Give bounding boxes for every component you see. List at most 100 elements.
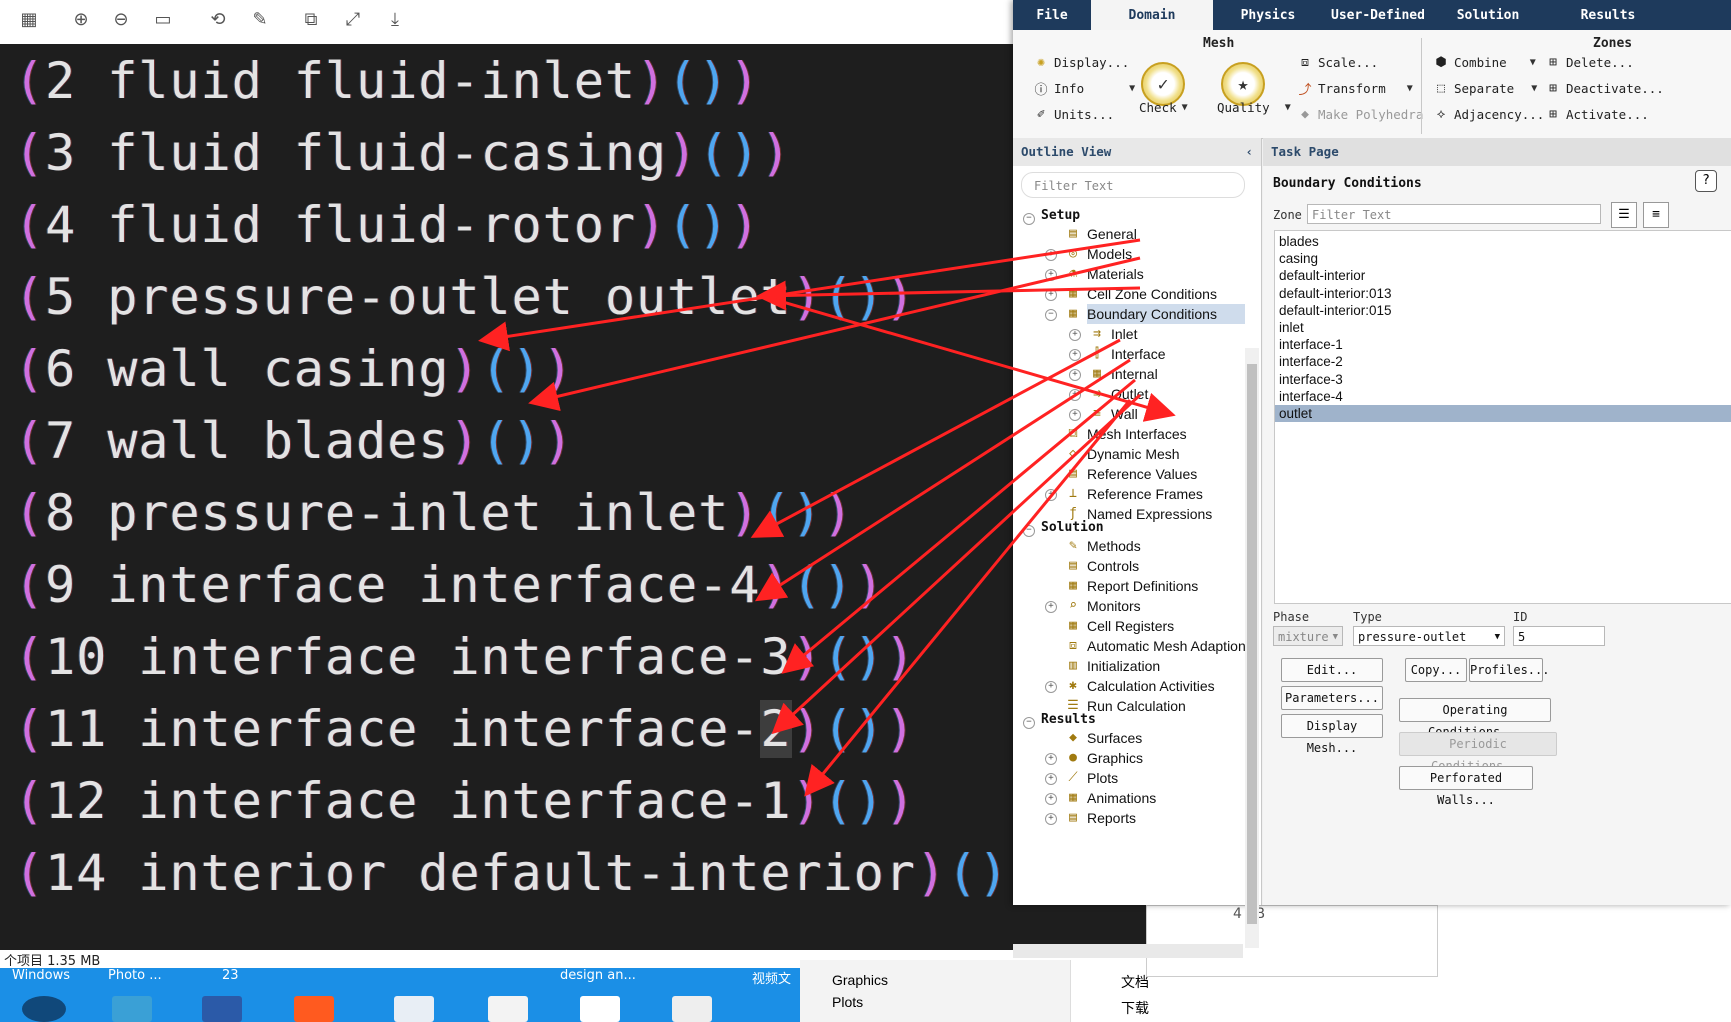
expand-icon[interactable]: + [1045,269,1057,281]
display-button[interactable]: ✺ Display... [1033,54,1129,70]
fullscreen-icon[interactable]: ⤢ [340,6,366,32]
perforated-walls-button[interactable]: Perforated Walls... [1399,766,1533,807]
tree-item-monitors[interactable]: Monitors [1087,596,1141,616]
tree-section-results[interactable]: Results [1041,712,1096,727]
edit-button[interactable]: Edit... [1281,658,1383,682]
zone-list-item[interactable]: default-interior:015 [1275,302,1731,319]
collapse-icon[interactable]: ‹ [1245,138,1253,166]
rotate-icon[interactable]: ⟲ [205,6,231,32]
expand-icon[interactable]: + [1045,753,1057,765]
taskbar-app-icon[interactable] [294,996,334,1022]
fit-icon[interactable]: ▭ [150,6,176,32]
taskbar-app-icon[interactable] [394,996,434,1022]
make-polyhedra-button[interactable]: ◆ Make Polyhedra [1297,106,1423,122]
activate-button[interactable]: ⊞ Activate... [1545,106,1649,122]
expand-icon[interactable]: + [1045,601,1057,613]
tab-physics[interactable]: Physics [1213,0,1323,30]
collapse-icon[interactable]: − [1045,309,1057,321]
taskbar-app-icon[interactable] [488,996,528,1022]
tree-item-models[interactable]: Models [1087,244,1132,264]
outline-scroll-thumb[interactable] [1247,364,1257,924]
info-button[interactable]: ⓘ Info ▼ [1033,80,1135,98]
tree-item-boundary-conditions[interactable]: Boundary Conditions [1087,304,1245,324]
taskbar-app-icon[interactable] [112,996,152,1022]
tree-item-materials[interactable]: Materials [1087,264,1144,284]
collapse-icon[interactable]: − [1023,717,1035,729]
operating-conditions-button[interactable]: Operating Conditions... [1399,698,1551,739]
deactivate-button[interactable]: ⊞ Deactivate... [1545,80,1664,96]
periodic-conditions-button[interactable]: Periodic Conditions... [1399,732,1557,773]
help-icon[interactable]: ? [1695,170,1717,192]
tree-item-methods[interactable]: Methods [1087,536,1141,556]
tree-item-controls[interactable]: Controls [1087,556,1139,576]
tab-solution[interactable]: Solution [1433,0,1543,30]
crop-icon[interactable]: ⧉ [298,6,324,32]
zone-list-item[interactable]: blades [1275,233,1731,250]
tree-item-plots[interactable]: Plots [1087,768,1118,788]
parameters-button[interactable]: Parameters... [1281,686,1383,710]
tab-results[interactable]: Results [1543,0,1673,30]
zone-list[interactable]: blades casing default-interior default-inte… [1274,230,1731,604]
filter-options-icon[interactable]: ☰ [1611,202,1637,228]
tree-item-mesh-interfaces[interactable]: Mesh Interfaces [1087,424,1187,444]
zoom-out-icon[interactable]: ⊖ [108,6,134,32]
expand-icon[interactable]: + [1069,389,1081,401]
expand-icon[interactable]: + [1069,409,1081,421]
transform-button[interactable]: ⤴ Transform ▼ [1297,80,1412,98]
zone-list-item[interactable]: interface-3 [1275,371,1731,388]
zone-list-item[interactable]: inlet [1275,319,1731,336]
tree-item-reports[interactable]: Reports [1087,808,1136,828]
display-mesh-button[interactable]: Display Mesh... [1281,714,1383,755]
list-options-icon[interactable]: ≡ [1643,202,1669,228]
tree-item-general[interactable]: General [1087,224,1137,244]
tree-item-calculation-activities[interactable]: Calculation Activities [1087,676,1215,696]
zone-filter-input[interactable]: Filter Text [1307,204,1601,224]
adjacency-button[interactable]: ⟡ Adjacency... [1433,106,1545,122]
tree-item-report-definitions[interactable]: Report Definitions [1087,576,1198,596]
tab-user-defined[interactable]: User-Defined [1323,0,1433,30]
id-field[interactable]: 5 [1513,626,1605,646]
collapse-icon[interactable]: − [1023,525,1035,537]
tree-section-setup[interactable]: Setup [1041,208,1080,223]
download-icon[interactable]: ⤓ [382,6,408,32]
tree-item-reference-frames[interactable]: Reference Frames [1087,484,1203,504]
tree-section-solution[interactable]: Solution [1041,520,1104,535]
expand-icon[interactable]: + [1045,773,1057,785]
expand-icon[interactable]: + [1045,793,1057,805]
expand-icon[interactable]: + [1045,289,1057,301]
tree-item-animations[interactable]: Animations [1087,788,1156,808]
expand-icon[interactable]: + [1069,329,1081,341]
profiles-button[interactable]: Profiles... [1469,658,1549,682]
expand-icon[interactable]: + [1045,489,1057,501]
taskbar-app-icon[interactable] [672,996,712,1022]
tree-item-initialization[interactable]: Initialization [1087,656,1160,676]
zone-list-item[interactable]: casing [1275,250,1731,267]
expand-icon[interactable]: + [1045,813,1057,825]
separate-button[interactable]: ⬚ Separate ▼ [1433,80,1537,96]
outline-horizontal-scrollbar[interactable] [1013,944,1243,958]
taskbar-app-icon[interactable] [202,996,242,1022]
phase-select[interactable]: mixture ▼ [1273,626,1343,646]
grid-icon[interactable]: ▦ [16,6,42,32]
zone-list-item[interactable]: interface-4 [1275,388,1731,405]
tab-domain[interactable]: Domain [1091,0,1213,30]
expand-icon[interactable]: + [1069,349,1081,361]
combine-button[interactable]: ⬢ Combine ▼ [1433,54,1535,70]
tree-item-interface[interactable]: Interface [1111,344,1165,364]
expand-icon[interactable]: + [1045,249,1057,261]
tab-file[interactable]: File [1013,0,1091,30]
tree-item-wall[interactable]: Wall [1111,404,1138,424]
tree-item-internal[interactable]: Internal [1111,364,1158,384]
type-select[interactable]: pressure-outlet ▼ [1353,626,1505,646]
tree-item-graphics[interactable]: Graphics [1087,748,1143,768]
expand-icon[interactable]: + [1045,681,1057,693]
zone-list-item[interactable]: interface-1 [1275,336,1731,353]
tree-item-surfaces[interactable]: Surfaces [1087,728,1142,748]
taskbar-app-icon[interactable] [22,996,66,1022]
edit-icon[interactable]: ✎ [247,6,273,32]
tree-item-dynamic-mesh[interactable]: Dynamic Mesh [1087,444,1180,464]
zone-list-item[interactable]: outlet [1275,405,1731,422]
tree-item-outlet[interactable]: Outlet [1111,384,1148,404]
zone-list-item[interactable]: default-interior:013 [1275,285,1731,302]
tree-item-cell-registers[interactable]: Cell Registers [1087,616,1174,636]
